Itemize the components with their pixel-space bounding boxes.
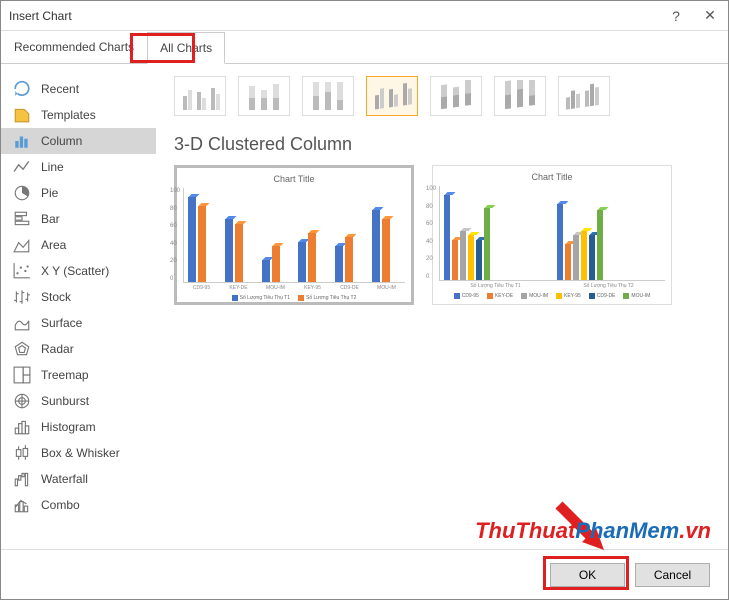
sunburst-icon (13, 393, 31, 409)
radar-icon (13, 341, 31, 357)
sidebar-item-sunburst[interactable]: Sunburst (1, 388, 156, 414)
ok-button[interactable]: OK (550, 563, 625, 587)
sidebar-item-bar[interactable]: Bar (1, 206, 156, 232)
tab-recommended-charts[interactable]: Recommended Charts (1, 31, 147, 63)
scatter-icon (13, 263, 31, 279)
tab-all-charts[interactable]: All Charts (147, 32, 225, 64)
chart-category-sidebar: Recent Templates Column Line Pie Bar (1, 64, 156, 549)
preview-title: Chart Title (439, 172, 665, 182)
sidebar-item-label: Sunburst (41, 394, 89, 408)
chart-area: 100806040200 (183, 188, 405, 283)
sidebar-item-label: Treemap (41, 368, 89, 382)
histogram-icon (13, 419, 31, 435)
sidebar-item-label: Box & Whisker (41, 446, 120, 460)
chart-area: 100806040200 (439, 186, 665, 281)
sidebar-item-line[interactable]: Line (1, 154, 156, 180)
sidebar-item-label: Histogram (41, 420, 96, 434)
sidebar-item-label: Radar (41, 342, 74, 356)
recent-icon (13, 81, 31, 97)
sidebar-item-label: X Y (Scatter) (41, 264, 109, 278)
treemap-icon (13, 367, 31, 383)
sidebar-item-label: Waterfall (41, 472, 88, 486)
dialog-footer: OK Cancel (1, 549, 728, 599)
sidebar-item-label: Recent (41, 82, 79, 96)
preview-title: Chart Title (183, 174, 405, 184)
bar-icon (13, 211, 31, 227)
sidebar-item-templates[interactable]: Templates (1, 102, 156, 128)
box-whisker-icon (13, 445, 31, 461)
stock-icon (13, 289, 31, 305)
sidebar-item-radar[interactable]: Radar (1, 336, 156, 362)
line-icon (13, 159, 31, 175)
sidebar-item-label: Stock (41, 290, 71, 304)
column-subtype-row (174, 76, 710, 116)
templates-icon (13, 107, 31, 123)
sidebar-item-label: Line (41, 160, 64, 174)
subtype-3d-stacked-column[interactable] (430, 76, 482, 116)
area-icon (13, 237, 31, 253)
sidebar-item-label: Templates (41, 108, 96, 122)
sidebar-item-histogram[interactable]: Histogram (1, 414, 156, 440)
chart-previews: Chart Title 100806040200 CD9-95KEY-DEMOU… (174, 165, 710, 305)
sidebar-item-combo[interactable]: Combo (1, 492, 156, 518)
sidebar-item-label: Pie (41, 186, 58, 200)
legend: Số Lượng Tiêu Thụ T1Số Lượng Tiêu Thụ T2 (183, 295, 405, 301)
sidebar-item-label: Area (41, 238, 66, 252)
chart-preview-2[interactable]: Chart Title 100806040200 Số Lượng Tiêu T… (432, 165, 672, 305)
chart-type-title: 3-D Clustered Column (174, 134, 710, 155)
legend: CD9-95KEY-DEMOU-IMKEY-95CD9-DEMOU-IM (439, 293, 665, 299)
subtype-3d-column[interactable] (558, 76, 610, 116)
pie-icon (13, 185, 31, 201)
subtype-stacked-column[interactable] (238, 76, 290, 116)
subtype-clustered-column[interactable] (174, 76, 226, 116)
sidebar-item-scatter[interactable]: X Y (Scatter) (1, 258, 156, 284)
sidebar-item-label: Column (41, 134, 82, 148)
sidebar-item-area[interactable]: Area (1, 232, 156, 258)
sidebar-item-surface[interactable]: Surface (1, 310, 156, 336)
x-labels: CD9-95KEY-DEMOU-IMKEY-95CD9-DEMOU-IM (183, 285, 405, 291)
subtype-3d-100-stacked-column[interactable] (494, 76, 546, 116)
cancel-button[interactable]: Cancel (635, 563, 710, 587)
dialog-content: Recent Templates Column Line Pie Bar (1, 64, 728, 549)
sidebar-item-label: Bar (41, 212, 60, 226)
sidebar-item-waterfall[interactable]: Waterfall (1, 466, 156, 492)
sidebar-item-label: Surface (41, 316, 82, 330)
surface-icon (13, 315, 31, 331)
sidebar-item-box-whisker[interactable]: Box & Whisker (1, 440, 156, 466)
subtype-3d-clustered-column[interactable] (366, 76, 418, 116)
column-icon (13, 133, 31, 149)
window-controls: ? ✕ (666, 6, 720, 26)
combo-icon (13, 497, 31, 513)
help-button[interactable]: ? (666, 6, 686, 26)
chart-preview-1[interactable]: Chart Title 100806040200 CD9-95KEY-DEMOU… (174, 165, 414, 305)
close-button[interactable]: ✕ (700, 6, 720, 26)
tab-strip: Recommended Charts All Charts (1, 31, 728, 64)
titlebar: Insert Chart ? ✕ (1, 1, 728, 31)
insert-chart-dialog: Insert Chart ? ✕ Recommended Charts All … (0, 0, 729, 600)
dialog-title: Insert Chart (9, 9, 72, 23)
waterfall-icon (13, 471, 31, 487)
subtype-100-stacked-column[interactable] (302, 76, 354, 116)
sidebar-item-column[interactable]: Column (1, 128, 156, 154)
sidebar-item-treemap[interactable]: Treemap (1, 362, 156, 388)
main-panel: 3-D Clustered Column Chart Title 1008060… (156, 64, 728, 549)
sidebar-item-pie[interactable]: Pie (1, 180, 156, 206)
sidebar-item-recent[interactable]: Recent (1, 76, 156, 102)
sidebar-item-stock[interactable]: Stock (1, 284, 156, 310)
sidebar-item-label: Combo (41, 498, 80, 512)
x-labels: Số Lượng Tiêu Thụ T1Số Lượng Tiêu Thụ T2 (439, 283, 665, 289)
